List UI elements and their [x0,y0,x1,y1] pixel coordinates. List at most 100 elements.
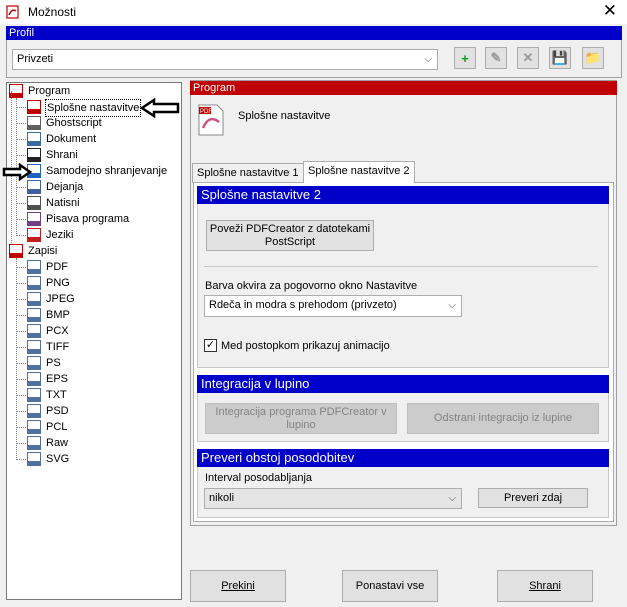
tree-connector [16,235,26,236]
tree-item-label: Jeziki [46,229,74,241]
add-profile-button[interactable]: + [454,47,476,69]
tree-item-label: PDF [46,261,68,273]
tree-item-label: PNG [46,277,70,289]
tree-item-format-10[interactable]: PCL [27,419,181,435]
close-icon[interactable]: ✕ [603,2,617,20]
save-button[interactable]: Shrani [497,570,593,602]
pdfcreator-app-icon [6,5,19,19]
reset-all-button[interactable]: Ponastavi vse [342,570,438,602]
-formats-icon [9,244,23,258]
delete-profile-button[interactable]: ✕ [517,47,539,69]
rename-profile-button[interactable]: ✎ [485,47,507,69]
-format-2-icon [27,292,41,306]
tree-item-format-4[interactable]: PCX [27,323,181,339]
settings-tree[interactable]: Program Splošne nastavitve Ghostscript Doku… [6,82,182,600]
-format-8-icon [27,388,41,402]
-format-12-icon [27,452,41,466]
tree-item-label: Dejanja [46,181,84,193]
tree-item-format-2[interactable]: JPEG [27,291,181,307]
profile-select[interactable]: Privzeti ⌵ [12,49,438,70]
tree-item-format-6[interactable]: PS [27,355,181,371]
general-settings-header: Splošne nastavitve 2 [197,186,609,204]
associate-postscript-button[interactable]: Poveži PDFCreator z datotekami PostScrip… [206,220,374,251]
tree-connector [16,331,26,332]
tree-item-formats[interactable]: Zapisi [9,243,181,259]
tree-item-label: PCX [46,325,69,337]
right-arrow-icon [2,163,32,181]
animation-checkbox[interactable]: ✓ [204,339,217,352]
tree-item-format-1[interactable]: PNG [27,275,181,291]
-program-5-icon [27,180,41,194]
cancel-button[interactable]: Prekini [190,570,286,602]
tree-item-label: Shrani [46,149,78,161]
tree-connector [16,379,26,380]
tree-connector [16,459,26,460]
tree-connector [16,347,26,348]
tab-general-1[interactable]: Splošne nastavitve 1 [192,163,304,183]
tree-item-format-8[interactable]: TXT [27,387,181,403]
check-now-button[interactable]: Preveri zdaj [478,488,588,508]
tree-item-program-5[interactable]: Dejanja [27,179,181,195]
update-interval-select[interactable]: nikoli ⌵ [204,488,462,509]
rename-profile-icon: ✎ [490,50,502,65]
open-profile-button[interactable]: 📁 [582,47,604,69]
-format-9-icon [27,404,41,418]
tree-connector [16,139,26,140]
tree-item-program-4[interactable]: Samodejno shranjevanje [27,163,181,179]
tree-connector [16,315,26,316]
tree-item-label: PSD [46,405,69,417]
pdf-document-icon: PDF [198,104,224,136]
chevron-down-icon: ⌵ [448,493,456,504]
tree-item-label: Natisni [46,197,80,209]
-format-4-icon [27,324,41,338]
tree-item-format-12[interactable]: SVG [27,451,181,467]
integrate-shell-button[interactable]: Integracija programa PDFCreator v lupino [205,403,397,434]
remove-shell-integration-button[interactable]: Odstrani integracijo iz lupine [407,403,599,434]
tree-item-program-6[interactable]: Natisni [27,195,181,211]
tree-item-label: Ghostscript [46,117,102,129]
profile-header: Profil [6,26,622,40]
-format-6-icon [27,356,41,370]
separator [204,266,598,267]
tree-item-label: Pisava programa [46,213,130,225]
tree-item-program-7[interactable]: Pisava programa [27,211,181,227]
save-button-label: Shrani [529,580,561,592]
tree-connector [16,427,26,428]
shell-integration-header: Integracija v lupino [197,375,609,393]
tree-item-label: BMP [46,309,70,321]
save-profile-icon: 💾 [551,50,569,65]
tree-item-format-9[interactable]: PSD [27,403,181,419]
window-title: Možnosti [28,5,77,19]
update-interval-label: Interval posodabljanja [205,472,313,484]
tree-item-program-8[interactable]: Jeziki [27,227,181,243]
tree-item-format-7[interactable]: EPS [27,371,181,387]
-program-2-icon [27,132,41,146]
-program-7-icon [27,212,41,226]
-program-0-icon [27,100,41,114]
tree-item-label: Samodejno shranjevanje [46,165,168,177]
animation-label: Med postopkom prikazuj animacijo [221,340,390,352]
cancel-button-label: Prekini [221,580,255,592]
tree-item-program-2[interactable]: Dokument [27,131,181,147]
-format-5-icon [27,340,41,354]
save-profile-button[interactable]: 💾 [549,47,571,69]
frame-color-select[interactable]: Rdeča in modra s prehodom (privzeto) ⌵ [204,295,462,317]
tree-connector [16,363,26,364]
-format-3-icon [27,308,41,322]
tree-connector [16,411,26,412]
tree-item-format-3[interactable]: BMP [27,307,181,323]
tree-item-format-11[interactable]: Raw [27,435,181,451]
tree-connector [16,258,17,458]
tree-connector [16,283,26,284]
-program-3-icon [27,148,41,162]
tree-item-label: Zapisi [28,245,58,257]
panel-title: Splošne nastavitve [238,110,331,122]
tree-item-format-5[interactable]: TIFF [27,339,181,355]
tree-item-program-3[interactable]: Shrani [27,147,181,163]
tree-connector [16,123,26,124]
tab-general-2[interactable]: Splošne nastavitve 2 [303,161,415,183]
tree-item-program[interactable]: Program [9,83,181,99]
updates-header: Preveri obstoj posodobitev [197,449,609,467]
tree-item-format-0[interactable]: PDF [27,259,181,275]
tree-connector [16,219,26,220]
